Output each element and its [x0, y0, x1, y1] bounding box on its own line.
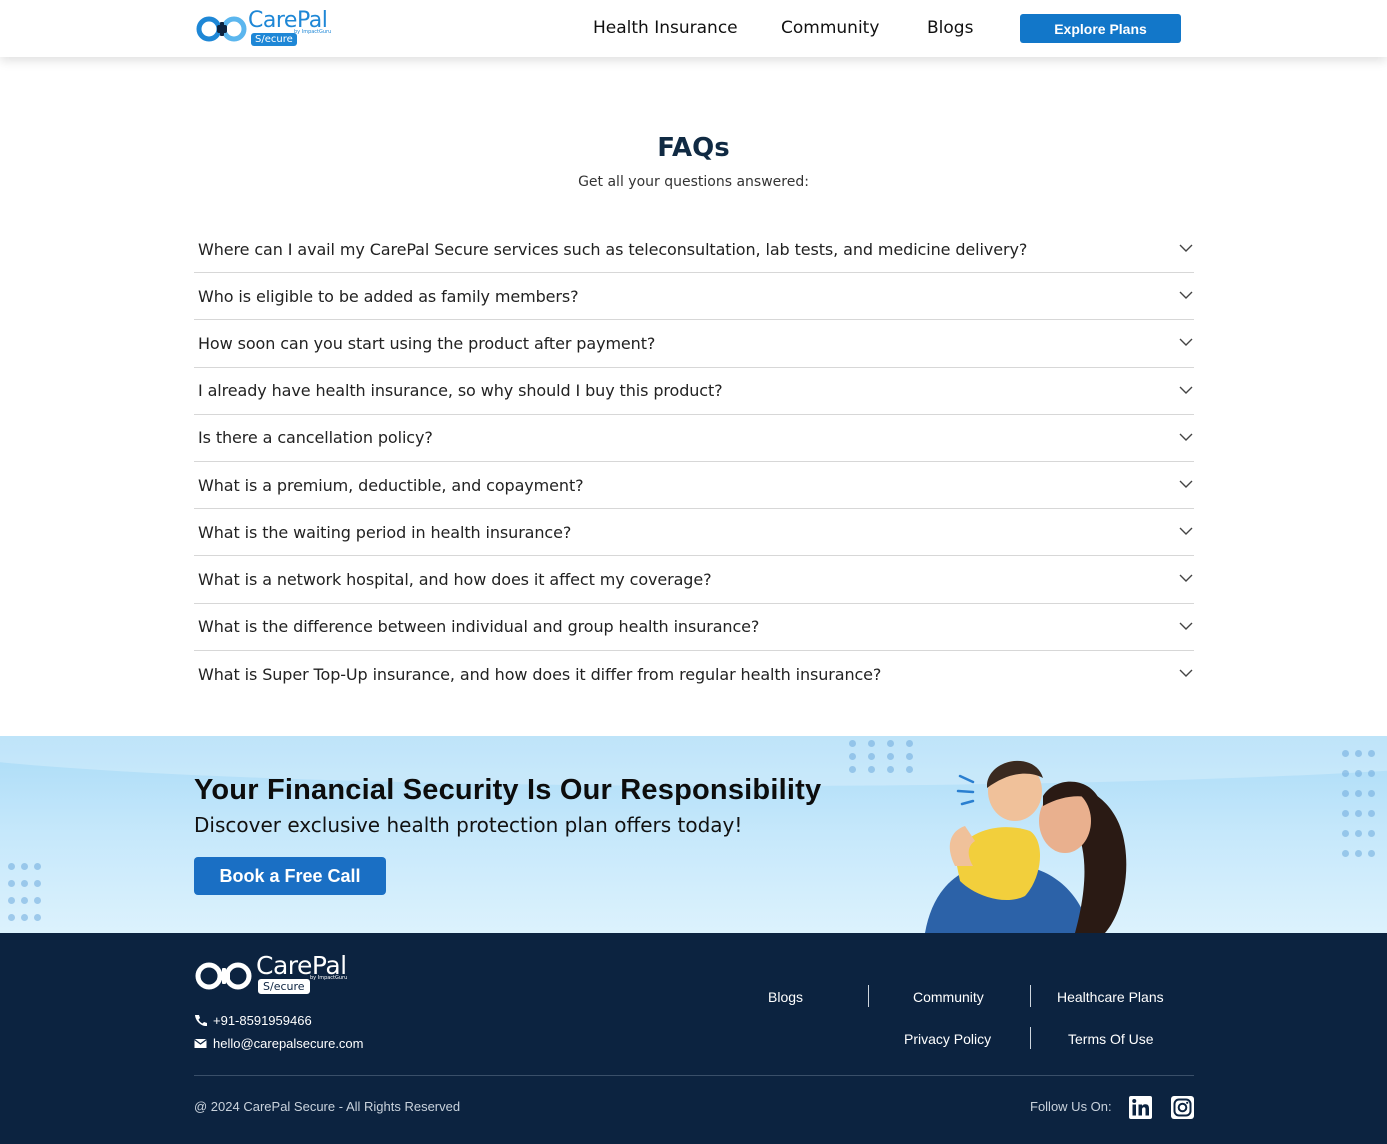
footer-link-community[interactable]: Community — [913, 989, 984, 1005]
chevron-down-icon[interactable] — [1178, 478, 1194, 490]
linkedin-icon[interactable] — [1129, 1096, 1152, 1119]
faq-question: What is Super Top-Up insurance, and how … — [198, 664, 882, 684]
chevron-down-icon[interactable] — [1178, 242, 1194, 254]
footer-logo-byline: by ImpactGuru — [310, 975, 348, 981]
faq-list: Where can I avail my CarePal Secure serv… — [194, 226, 1194, 698]
faq-item[interactable]: I already have health insurance, so why … — [194, 368, 1194, 415]
faq-item[interactable]: Who is eligible to be added as family me… — [194, 273, 1194, 321]
faq-question: Is there a cancellation policy? — [198, 428, 433, 448]
faq-question: How soon can you start using the product… — [198, 333, 656, 353]
footer-logo-badge: S/ecure — [258, 979, 310, 994]
faq-question: Where can I avail my CarePal Secure serv… — [198, 239, 1028, 259]
book-free-call-button[interactable]: Book a Free Call — [194, 857, 386, 895]
logo-mark-icon — [196, 16, 247, 42]
phone-number: +91-8591959466 — [213, 1013, 312, 1028]
faq-question: I already have health insurance, so why … — [198, 381, 723, 401]
follow-us-label: Follow Us On: — [1030, 1099, 1112, 1114]
phone-icon — [195, 1015, 207, 1027]
chevron-down-icon[interactable] — [1178, 384, 1194, 396]
carepal-logo[interactable]: CarePal S/ecure by ImpactGuru — [196, 8, 336, 48]
nav-health-insurance[interactable]: Health Insurance — [593, 18, 738, 38]
dot-pattern-decoration — [849, 740, 913, 773]
chevron-down-icon[interactable] — [1178, 620, 1194, 632]
dot-pattern-decoration — [8, 863, 41, 921]
faq-question: What is the difference between individua… — [198, 617, 760, 637]
faq-item[interactable]: What is the waiting period in health ins… — [194, 509, 1194, 557]
footer-logo[interactable]: CarePal S/ecure by ImpactGuru — [194, 951, 354, 997]
chevron-down-icon[interactable] — [1178, 572, 1194, 584]
nav-community[interactable]: Community — [781, 18, 879, 38]
footer-link-terms-of-use[interactable]: Terms Of Use — [1068, 1031, 1154, 1047]
footer-link-healthcare-plans[interactable]: Healthcare Plans — [1057, 989, 1164, 1005]
chevron-down-icon[interactable] — [1178, 336, 1194, 348]
mother-and-child-photo — [925, 760, 1127, 933]
email-address: hello@carepalsecure.com — [213, 1036, 364, 1051]
footer-divider — [868, 985, 869, 1007]
site-footer: CarePal S/ecure by ImpactGuru +91-859195… — [0, 933, 1387, 1144]
faq-question: What is the waiting period in health ins… — [198, 522, 572, 542]
instagram-icon[interactable] — [1171, 1096, 1194, 1119]
faq-question: Who is eligible to be added as family me… — [198, 286, 579, 306]
explore-plans-button[interactable]: Explore Plans — [1020, 14, 1181, 43]
nav-blogs[interactable]: Blogs — [927, 18, 973, 38]
footer-phone[interactable]: +91-8591959466 — [194, 1013, 312, 1028]
footer-divider-line — [194, 1075, 1194, 1076]
faq-item[interactable]: What is the difference between individua… — [194, 604, 1194, 651]
faq-title: FAQs — [657, 133, 730, 163]
chevron-down-icon[interactable] — [1178, 431, 1194, 443]
promo-banner: Your Financial Security Is Our Responsib… — [0, 736, 1387, 933]
footer-email[interactable]: hello@carepalsecure.com — [194, 1036, 364, 1051]
footer-link-privacy-policy[interactable]: Privacy Policy — [904, 1031, 991, 1047]
faq-item[interactable]: What is a premium, deductible, and copay… — [194, 462, 1194, 510]
site-header: CarePal S/ecure by ImpactGuru Health Ins… — [0, 0, 1387, 57]
footer-link-blogs[interactable]: Blogs — [768, 989, 803, 1005]
chevron-down-icon[interactable] — [1178, 289, 1194, 301]
faq-question: What is a premium, deductible, and copay… — [198, 475, 584, 495]
footer-divider — [1030, 985, 1031, 1007]
faq-subtitle: Get all your questions answered: — [578, 174, 809, 190]
banner-subtitle: Discover exclusive health protection pla… — [194, 813, 743, 837]
copyright-text: @ 2024 CarePal Secure - All Rights Reser… — [194, 1099, 461, 1114]
logo-byline: by ImpactGuru — [294, 29, 332, 35]
footer-divider — [1030, 1027, 1031, 1049]
mail-icon — [194, 1039, 207, 1048]
banner-title: Your Financial Security Is Our Responsib… — [194, 774, 822, 806]
chevron-down-icon[interactable] — [1178, 525, 1194, 537]
faq-item[interactable]: Where can I avail my CarePal Secure serv… — [194, 226, 1194, 274]
logo-badge: S/ecure — [251, 33, 297, 46]
faq-item[interactable]: Is there a cancellation policy? — [194, 415, 1194, 462]
faq-item[interactable]: What is a network hospital, and how does… — [194, 556, 1194, 604]
chevron-down-icon[interactable] — [1178, 667, 1194, 679]
faq-question: What is a network hospital, and how does… — [198, 569, 712, 589]
faq-item[interactable]: How soon can you start using the product… — [194, 320, 1194, 368]
dot-pattern-decoration — [1342, 750, 1375, 857]
logo-mark-icon — [195, 962, 252, 990]
faq-item[interactable]: What is Super Top-Up insurance, and how … — [194, 651, 1194, 698]
